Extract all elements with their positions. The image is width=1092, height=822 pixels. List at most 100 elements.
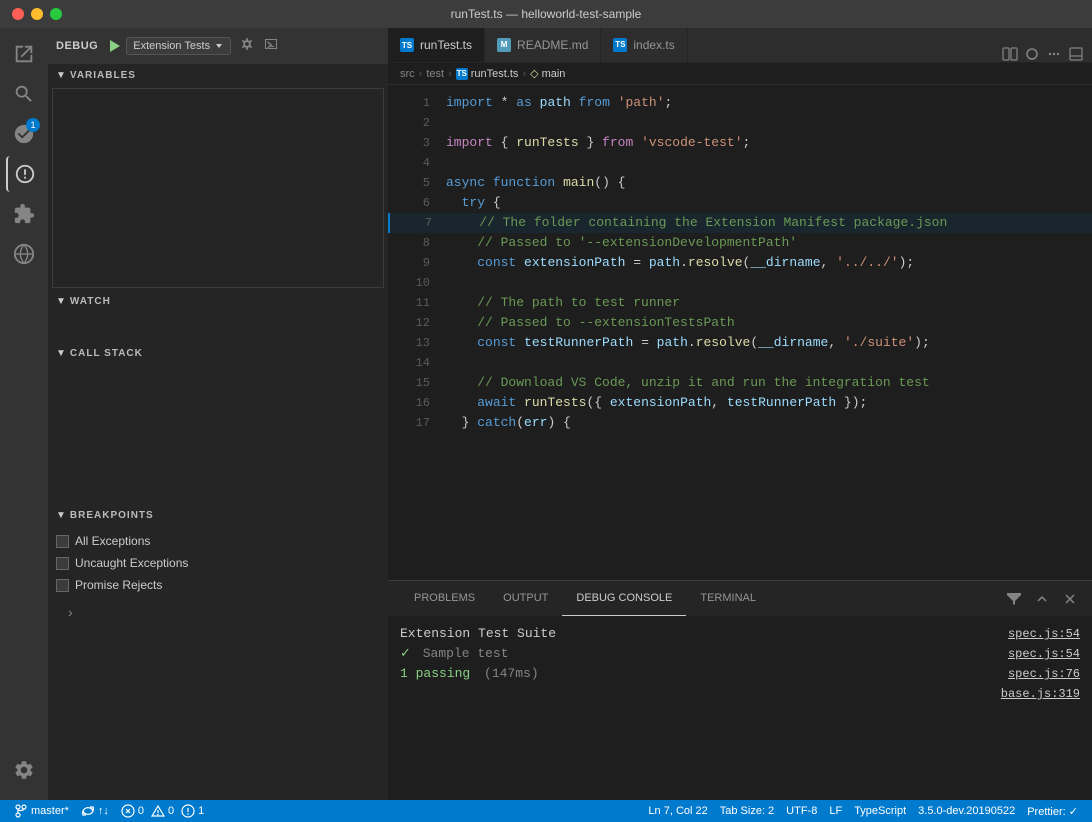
- sidebar-item-git[interactable]: 1: [6, 116, 42, 152]
- code-line-2: 2: [388, 113, 1092, 133]
- status-tab-size-text: Tab Size: 2: [720, 805, 774, 817]
- code-line-9: 9 const extensionPath = path.resolve(__d…: [388, 253, 1092, 273]
- breadcrumb-ts-icon: TS: [456, 68, 468, 80]
- breadcrumb-sep2: ›: [448, 68, 452, 80]
- breakpoints-header[interactable]: ▼ BREAKPOINTS: [48, 504, 388, 526]
- debug-config-select[interactable]: Extension Tests: [126, 37, 231, 55]
- sidebar-item-explorer[interactable]: [6, 36, 42, 72]
- tab-label-index: index.ts: [633, 38, 674, 52]
- breakpoint-label-uncaught: Uncaught Exceptions: [75, 556, 188, 570]
- breakpoint-promise[interactable]: Promise Rejects: [56, 574, 380, 596]
- breadcrumb-symbol[interactable]: ◇ main: [530, 67, 565, 80]
- status-tab-size[interactable]: Tab Size: 2: [714, 800, 780, 822]
- breakpoint-label-promise: Promise Rejects: [75, 578, 162, 592]
- sidebar-item-remote[interactable]: [6, 236, 42, 272]
- code-editor[interactable]: 1 import * as path from 'path'; 2 3 impo…: [388, 85, 1092, 580]
- variables-header[interactable]: ▼ VARIABLES: [48, 64, 388, 86]
- breakpoint-checkbox-uncaught[interactable]: [56, 557, 69, 570]
- more-actions-button[interactable]: [1046, 46, 1062, 62]
- tab-terminal[interactable]: TERMINAL: [686, 581, 770, 616]
- code-editor-container: 1 import * as path from 'path'; 2 3 impo…: [388, 85, 1092, 800]
- breakpoint-checkbox-all[interactable]: [56, 535, 69, 548]
- status-sync-text: ↑↓: [98, 805, 109, 817]
- status-language-text: TypeScript: [854, 805, 906, 817]
- watch-header[interactable]: ▼ WATCH: [48, 290, 388, 312]
- variables-section: ▼ VARIABLES: [48, 64, 388, 290]
- breadcrumb-file[interactable]: TS runTest.ts: [456, 68, 519, 80]
- panel-close-button[interactable]: [1060, 589, 1080, 609]
- breakpoints-expand[interactable]: ›: [48, 600, 388, 626]
- title-bar: runTest.ts — helloworld-test-sample: [0, 0, 1092, 28]
- tab-readme[interactable]: M README.md: [485, 28, 601, 62]
- link-spec-54-2[interactable]: spec.js:54: [1008, 647, 1080, 661]
- tab-label-runtest: runTest.ts: [420, 38, 472, 52]
- maximize-button[interactable]: [50, 8, 62, 20]
- tab-debug-console[interactable]: DEBUG CONSOLE: [562, 581, 686, 616]
- console-link-2[interactable]: spec.js:54: [984, 644, 1080, 664]
- code-line-15: 15 // Download VS Code, unzip it and run…: [388, 373, 1092, 393]
- status-position[interactable]: Ln 7, Col 22: [642, 800, 713, 822]
- sidebar-item-search[interactable]: [6, 76, 42, 112]
- editor-layout-button[interactable]: [1024, 46, 1040, 62]
- breadcrumb-test[interactable]: test: [426, 68, 444, 80]
- tab-problems[interactable]: PROBLEMS: [400, 581, 489, 616]
- debug-terminal-button[interactable]: [263, 36, 279, 57]
- code-line-6: 6 try {: [388, 193, 1092, 213]
- breakpoint-all-exceptions[interactable]: All Exceptions: [56, 530, 380, 552]
- sidebar-item-debug[interactable]: [6, 156, 42, 192]
- breakpoints-title: BREAKPOINTS: [70, 510, 154, 521]
- link-spec-76[interactable]: spec.js:76: [1008, 667, 1080, 681]
- status-line-ending[interactable]: LF: [823, 800, 848, 822]
- breadcrumb-sep1: ›: [419, 68, 423, 80]
- minimize-button[interactable]: [31, 8, 43, 20]
- console-output: Extension Test Suite ✓ Sample test 1 pas…: [388, 616, 972, 800]
- variables-arrow: ▼: [56, 70, 66, 81]
- code-line-16: 16 await runTests({ extensionPath, testR…: [388, 393, 1092, 413]
- status-prettier-text: Prettier: ✓: [1027, 805, 1078, 818]
- code-line-4: 4: [388, 153, 1092, 173]
- editor-area: TS runTest.ts M README.md TS index.ts: [388, 28, 1092, 800]
- link-base-319[interactable]: base.js:319: [1001, 687, 1080, 701]
- tab-runtest[interactable]: TS runTest.ts: [388, 28, 485, 62]
- code-line-17: 17 } catch(err) {: [388, 413, 1092, 433]
- status-branch[interactable]: master*: [8, 800, 75, 822]
- tab-output[interactable]: OUTPUT: [489, 581, 562, 616]
- sidebar-item-extensions[interactable]: [6, 196, 42, 232]
- status-error-count: 0: [138, 805, 144, 817]
- breadcrumb-src[interactable]: src: [400, 68, 415, 80]
- panel-filter-button[interactable]: [1004, 589, 1024, 609]
- console-link-3[interactable]: spec.js:76: [984, 664, 1080, 684]
- debug-run-button[interactable]: [106, 38, 122, 54]
- sidebar-item-settings[interactable]: [6, 752, 42, 788]
- call-stack-header[interactable]: ▼ CALL STACK: [48, 342, 388, 364]
- status-sync[interactable]: ↑↓: [75, 800, 115, 822]
- code-line-1: 1 import * as path from 'path';: [388, 93, 1092, 113]
- panel-chevron-up-button[interactable]: [1032, 589, 1052, 609]
- tab-index[interactable]: TS index.ts: [601, 28, 687, 62]
- call-stack-arrow: ▼: [56, 348, 66, 359]
- toggle-panel-button[interactable]: [1068, 46, 1084, 62]
- console-duration: (147ms): [484, 666, 539, 681]
- code-line-7: 7 // The folder containing the Extension…: [388, 213, 1092, 233]
- status-prettier[interactable]: Prettier: ✓: [1021, 800, 1084, 822]
- breakpoint-checkbox-promise[interactable]: [56, 579, 69, 592]
- debug-settings-button[interactable]: [239, 36, 255, 57]
- status-position-text: Ln 7, Col 22: [648, 805, 707, 817]
- console-suite-name: Extension Test Suite: [400, 624, 960, 644]
- breakpoint-uncaught[interactable]: Uncaught Exceptions: [56, 552, 380, 574]
- console-link-1[interactable]: spec.js:54: [984, 624, 1080, 644]
- variables-content: [52, 88, 384, 288]
- link-spec-54-1[interactable]: spec.js:54: [1008, 627, 1080, 641]
- status-errors[interactable]: 0 0 1: [115, 800, 210, 822]
- split-editor-button[interactable]: [1002, 46, 1018, 62]
- panel-body: Extension Test Suite ✓ Sample test 1 pas…: [388, 616, 1092, 800]
- close-button[interactable]: [12, 8, 24, 20]
- tab-label-readme: README.md: [517, 38, 588, 52]
- status-encoding[interactable]: UTF-8: [780, 800, 823, 822]
- call-stack-section: ▼ CALL STACK: [48, 342, 388, 504]
- panel-tabs: PROBLEMS OUTPUT DEBUG CONSOLE TERMINAL: [388, 581, 1092, 616]
- status-version[interactable]: 3.5.0-dev.20190522: [912, 800, 1021, 822]
- status-language[interactable]: TypeScript: [848, 800, 912, 822]
- console-link-4[interactable]: base.js:319: [984, 684, 1080, 704]
- debug-label: DEBUG: [56, 40, 98, 52]
